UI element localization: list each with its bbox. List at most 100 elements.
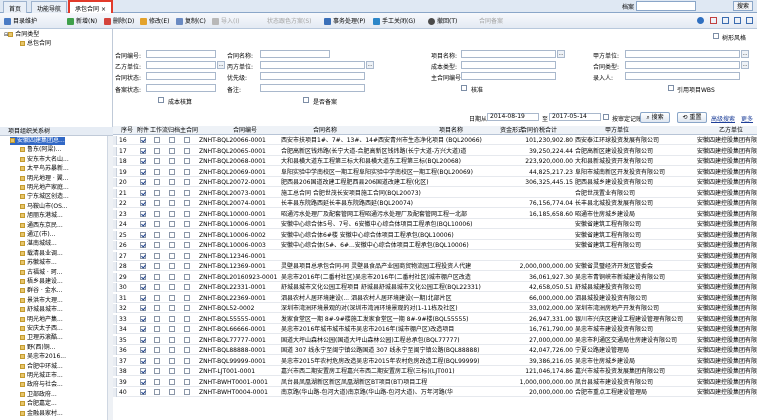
table-row[interactable]: 34 ZNHT-BQL66666-0001 吴忠市2016年城市城市城市吴忠市201… [113, 325, 757, 335]
row-marker[interactable] [113, 199, 117, 208]
table-row[interactable]: 16 ZNHT-BQL20066-0001 西安市扶项目1#、7#、13#、14#西… [113, 136, 757, 146]
new-button[interactable]: 新增(N) [67, 16, 97, 27]
org-tree-item[interactable]: 政府与社会... [20, 381, 63, 389]
workflow-checkbox[interactable] [154, 284, 160, 290]
verify-checkbox[interactable] [461, 85, 467, 91]
contract-status-select[interactable] [146, 72, 216, 80]
is-filed-checkbox[interactable] [303, 97, 309, 103]
date-from-input[interactable]: 2014-08-19 [487, 113, 539, 121]
cost-type-input[interactable] [461, 61, 556, 69]
workflow-checkbox[interactable] [154, 368, 160, 374]
org-tree-item[interactable]: 明光地理 · 翼... [20, 175, 68, 183]
archive-checkbox[interactable] [169, 210, 175, 217]
row-marker[interactable] [113, 367, 117, 376]
archive-checkbox[interactable] [169, 137, 175, 143]
row-marker[interactable] [113, 388, 117, 397]
archive-checkbox[interactable] [169, 189, 175, 196]
manual-close-button[interactable]: 手工关闭(G) [373, 16, 415, 27]
table-row[interactable]: 31 ZNHT-BQL22369-0001 泗县农村人居环境建设(... 泗县农村人… [113, 293, 757, 303]
project-name-input[interactable] [461, 50, 556, 58]
catalog-button[interactable]: 目录维护 [4, 16, 37, 27]
attachment-checkbox[interactable] [140, 368, 146, 374]
archive-checkbox[interactable] [169, 263, 175, 269]
archive-checkbox[interactable] [169, 242, 175, 248]
top-search-button[interactable]: 搜索 [733, 1, 753, 11]
main-contract-checkbox[interactable] [184, 242, 190, 248]
row-marker[interactable] [113, 220, 117, 229]
main-contract-checkbox[interactable] [184, 305, 190, 311]
archive-checkbox[interactable] [169, 389, 175, 395]
attachment-checkbox[interactable] [140, 263, 146, 269]
table-row[interactable]: 28 ZNHT-BQL12369-0001 灵壁县项目总承包合同-同 灵壁县食品产业… [113, 262, 757, 272]
table-row[interactable]: 27 ZNHT-BQL12346-0001 安徽四建控股集团有限公 [113, 251, 757, 261]
priority-select[interactable] [260, 72, 365, 80]
main-contract-checkbox[interactable] [184, 137, 190, 143]
attachment-checkbox[interactable] [140, 200, 146, 206]
row-marker[interactable] [113, 377, 117, 387]
main-contract-checkbox[interactable] [184, 168, 190, 175]
archive-checkbox[interactable] [169, 368, 175, 374]
workflow-checkbox[interactable] [154, 315, 160, 322]
archive-checkbox[interactable] [169, 252, 175, 259]
settings-icon[interactable] [734, 17, 741, 24]
col-workflow[interactable]: 工作流 [150, 126, 168, 135]
table-row[interactable]: 38 ZNHT-LJT001-0001 嘉兴市西二期安置房工程嘉兴市西二期安置房工程… [113, 367, 757, 377]
main-contract-checkbox[interactable] [184, 189, 190, 196]
archive-checkbox[interactable] [169, 294, 175, 301]
workflow-checkbox[interactable] [154, 168, 160, 175]
attachment-checkbox[interactable] [140, 273, 146, 280]
org-tree-item[interactable]: 景洪市大理... [20, 297, 63, 305]
search-button[interactable]: ⌕ 搜索 [640, 112, 670, 123]
attachment-checkbox[interactable] [140, 242, 146, 248]
refresh-icon[interactable] [722, 17, 729, 24]
main-contract-checkbox[interactable] [184, 389, 190, 395]
row-marker[interactable] [113, 209, 117, 219]
row-marker[interactable] [113, 157, 117, 166]
record-status-select[interactable] [146, 84, 216, 92]
row-marker[interactable] [113, 136, 117, 145]
org-tree-item[interactable]: 通辽(市)... [20, 231, 55, 239]
favorite-icon[interactable] [710, 17, 717, 24]
reset-button[interactable]: ⟲ 重置 [677, 112, 707, 123]
main-contract-checkbox[interactable] [184, 315, 190, 322]
org-tree-item[interactable]: 明光城正市... [20, 372, 63, 380]
contract-tracking-button[interactable]: 合同备案 [470, 16, 503, 27]
org-tree-item[interactable]: 太平鸟苏暴新... [20, 165, 69, 173]
attachment-checkbox[interactable] [140, 252, 146, 259]
col-party-b[interactable]: 乙方单位 [719, 126, 743, 135]
contract-no-input[interactable] [146, 50, 216, 58]
copy-button[interactable]: 复制(C) [176, 16, 206, 27]
workflow-checkbox[interactable] [154, 221, 160, 227]
attachment-checkbox[interactable] [140, 294, 146, 301]
main-contract-checkbox[interactable] [184, 263, 190, 269]
row-marker[interactable] [113, 188, 117, 198]
main-contract-checkbox[interactable] [184, 326, 190, 332]
col-no[interactable]: 序号 [121, 126, 133, 135]
org-tree-item[interactable]: 古福城 · 珂... [20, 269, 62, 277]
tree-item-general-contract[interactable]: 总包合同 [20, 40, 51, 48]
workflow-checkbox[interactable] [154, 231, 160, 238]
org-tree-item[interactable]: 卫部政府... [20, 391, 57, 399]
row-marker[interactable] [113, 293, 117, 303]
attachment-checkbox[interactable] [140, 357, 146, 364]
attachment-checkbox[interactable] [140, 221, 146, 227]
period-checkbox[interactable] [603, 114, 609, 120]
col-party-a[interactable]: 甲方单位 [605, 126, 629, 135]
party-c-picker-button[interactable]: … [366, 61, 374, 69]
party-b-picker-button[interactable]: … [217, 61, 225, 69]
row-marker[interactable] [113, 304, 117, 313]
enterer-input[interactable] [625, 72, 740, 80]
archive-checkbox[interactable] [169, 378, 175, 385]
main-contract-checkbox[interactable] [184, 252, 190, 259]
org-tree-item[interactable]: 安庆太子西... [20, 325, 63, 333]
main-contract-checkbox[interactable] [184, 221, 190, 227]
date-to-input[interactable]: 2017-05-14 [549, 113, 601, 121]
row-marker[interactable] [113, 272, 117, 282]
attachment-checkbox[interactable] [140, 168, 146, 175]
org-tree-item[interactable]: 苏徽城市... [20, 259, 57, 267]
row-marker[interactable] [113, 325, 117, 334]
recycle-button[interactable]: 撤回(T) [428, 16, 457, 27]
contract-name-input[interactable] [260, 50, 330, 58]
col-archive[interactable]: 归档 [168, 126, 180, 135]
org-tree-item[interactable]: 吴忠市2016... [20, 353, 66, 361]
